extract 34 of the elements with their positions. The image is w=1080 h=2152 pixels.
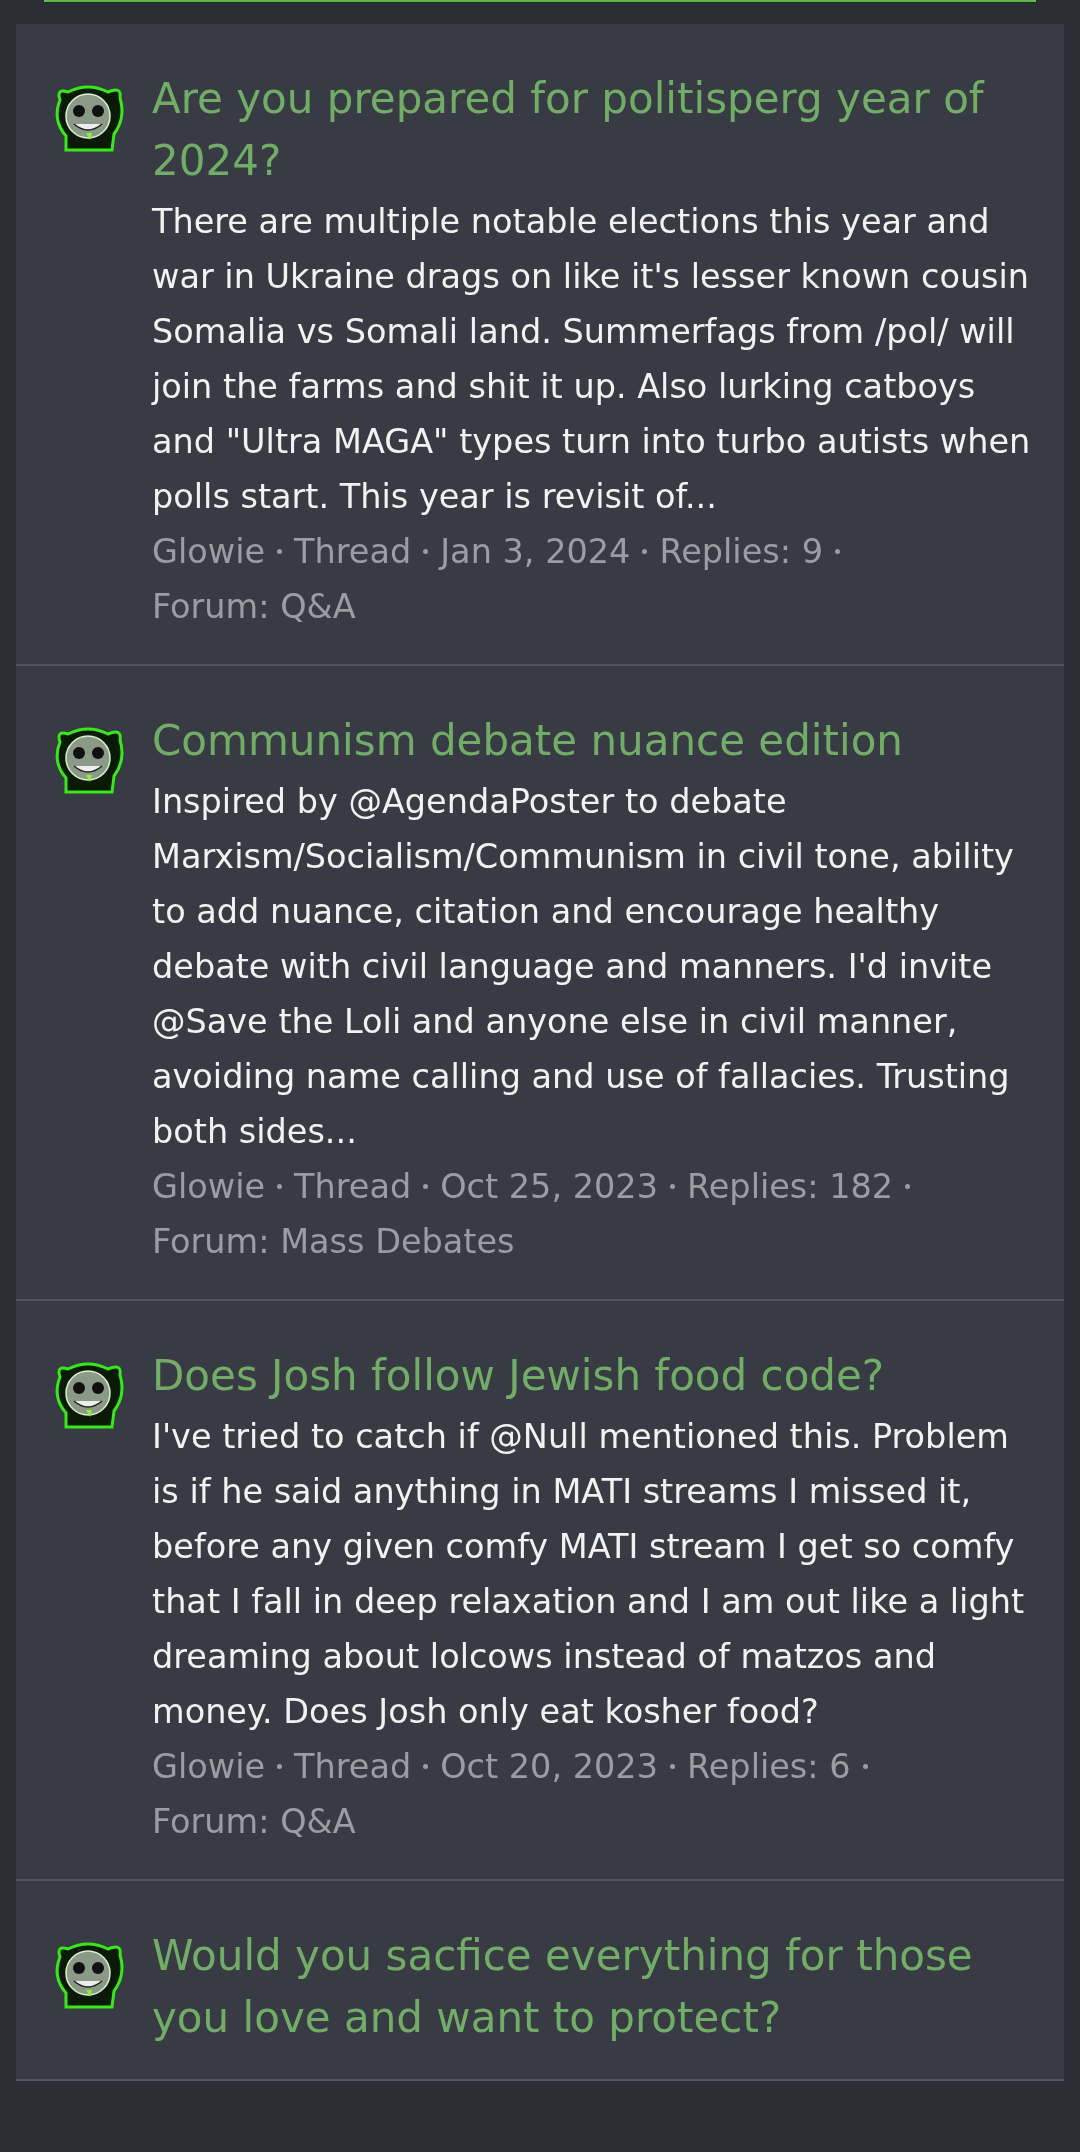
author-link[interactable]: Glowie <box>152 524 266 579</box>
meta-text: Replies: 182 <box>687 1166 894 1208</box>
separator-dot-icon <box>277 1764 283 1769</box>
separator-dot-icon <box>670 1764 675 1769</box>
meta-text: Oct 20, 2023 <box>440 1746 658 1788</box>
thread-snippet: There are multiple notable elections this year and war in Ukraine drags on like it's lesser known cousin Somalia vs Somali land. Summerfags from /pol/ will join the farms and shit it up. Also lurking catboys and "Ultra MAGA" types turn into turbo autists when polls start. This year is revisit of... <box>152 201 1032 518</box>
thread-snippet: I've tried to catch if @Null mentioned this. Problem is if he said anything in MATI streams I missed it, before any given comfy MATI stream I get so comfy that I fall in deep relaxation and I am out like a light dreaming about lolcows instead of matzos and money. Does Josh only eat kosher food? <box>152 1416 1026 1733</box>
separator-dot-icon <box>423 1764 429 1769</box>
meta-text: Jan 3, 2024 <box>440 531 631 573</box>
separator-dot-icon <box>423 1184 429 1189</box>
separator-dot-icon <box>642 549 648 554</box>
thread-title-link[interactable]: Would you sacfice everything for those you love and want to protect? <box>152 1925 1046 2049</box>
author-link[interactable]: Glowie <box>152 1739 266 1794</box>
separator-dot-icon <box>862 1764 868 1769</box>
thread-title-link[interactable]: Communism debate nuance edition <box>152 710 1046 772</box>
meta-text: Thread <box>294 1166 412 1208</box>
thread-title-link[interactable]: Are you prepared for politisperg year of 2024? <box>152 68 1046 192</box>
meta-text: Replies: 9 <box>659 531 823 573</box>
separator-dot-icon <box>423 549 429 554</box>
author-link[interactable]: Glowie <box>152 1159 266 1214</box>
separator-dot-icon <box>905 1184 911 1189</box>
separator-dot-icon <box>277 1184 283 1189</box>
forum-link[interactable]: Forum: Q&A <box>152 1794 356 1849</box>
meta-text: Replies: 6 <box>687 1746 851 1788</box>
meta-text: Thread <box>294 531 412 573</box>
meta-text: Thread <box>294 1746 412 1788</box>
separator-dot-icon <box>277 549 283 554</box>
forum-link[interactable]: Forum: Q&A <box>152 579 356 634</box>
thread-title-link[interactable]: Does Josh follow Jewish food code? <box>152 1345 1046 1407</box>
separator-dot-icon <box>670 1184 675 1189</box>
forum-link[interactable]: Forum: Mass Debates <box>152 1214 515 1269</box>
separator-dot-icon <box>834 549 840 554</box>
thread-snippet: Inspired by @AgendaPoster to debate Marxism/Socialism/Communism in civil tone, ability to add nuance, citation and encourage healthy debate with civil language and manners. I'd invite @Save the Loli and anyone else in civil manner, avoiding name calling and use of fallacies. Trusting both sides... <box>152 781 1015 1153</box>
meta-text: Oct 25, 2023 <box>440 1166 658 1208</box>
